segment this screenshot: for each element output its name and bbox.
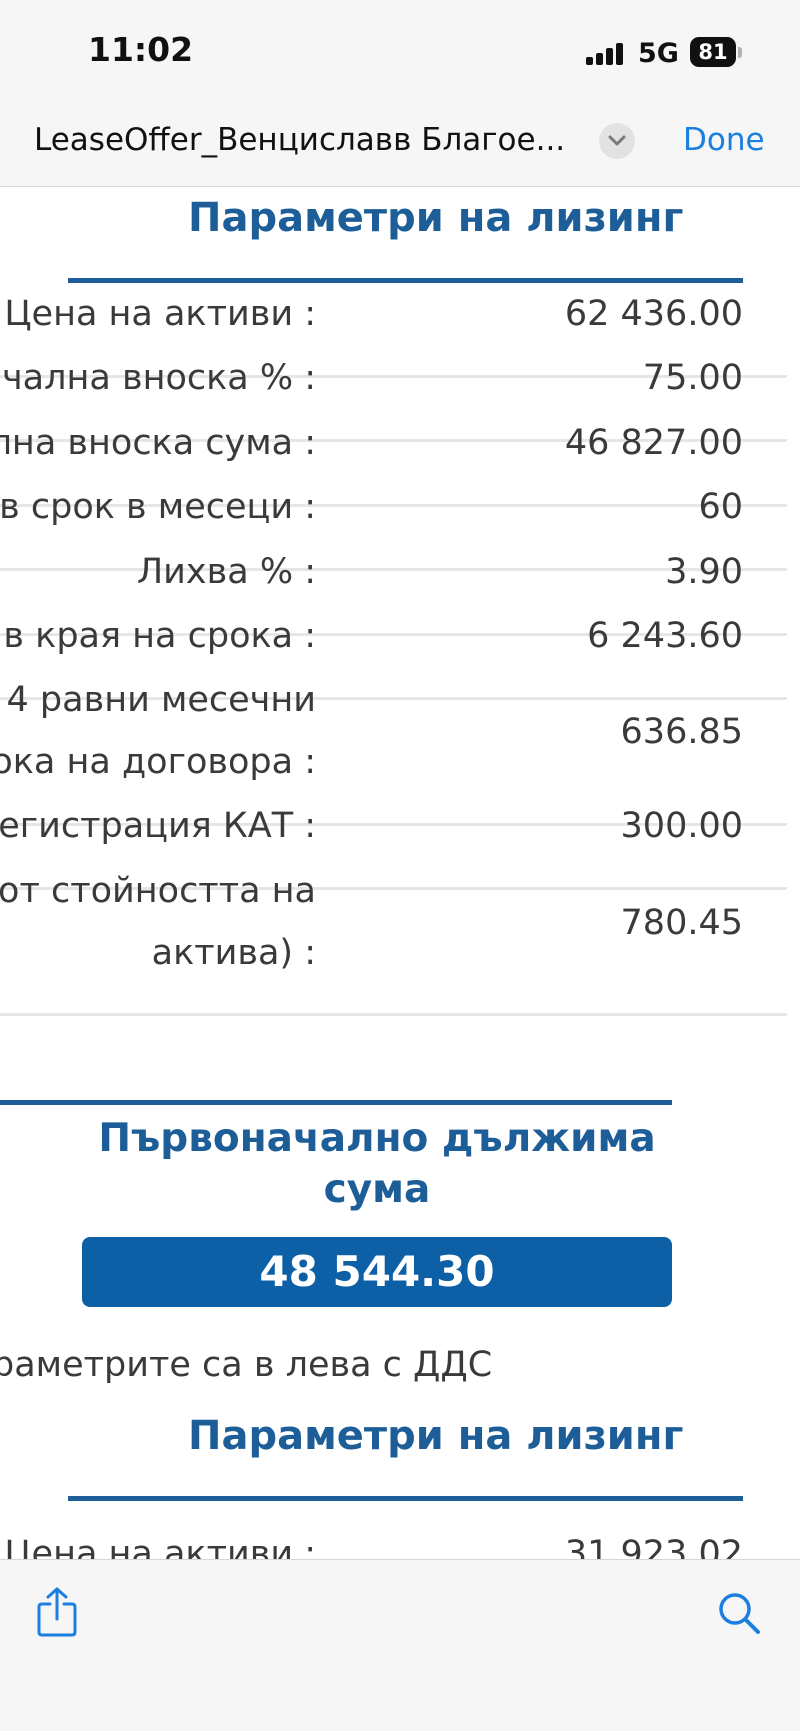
battery-cap — [738, 47, 742, 58]
search-icon — [719, 1593, 760, 1634]
row-label-residual-value: в края на срока : — [3, 616, 316, 656]
row-label-insurance-line2: актива) : — [151, 933, 316, 973]
title-menu-button[interactable] — [599, 123, 635, 159]
row-label-asset-price-2: Цена на активи : — [4, 1534, 316, 1559]
row-label-asset-price: Цена на активи : — [4, 294, 316, 334]
row-value-asset-price-2: 31 923.02 — [564, 1534, 743, 1559]
initial-due-title-line1: Първоначално дължима — [98, 1116, 656, 1161]
battery-level: 81 — [698, 40, 728, 64]
due-divider — [0, 1100, 672, 1105]
row-label-monthly-installment-line1: 4 равни месечни — [6, 680, 316, 720]
status-time: 11:02 — [88, 30, 194, 69]
document-title[interactable]: LeaseOffer_Венциславв Благое... — [34, 122, 582, 158]
row-value-down-payment-percent: 75.00 — [642, 358, 743, 398]
row-value-monthly-installment: 636.85 — [620, 712, 743, 752]
section-divider — [68, 278, 743, 283]
bottom-toolbar — [0, 1559, 800, 1731]
chevron-down-icon — [608, 135, 626, 146]
row-label-monthly-installment-line2: ока на договора : — [0, 742, 316, 782]
section-divider-2 — [68, 1496, 743, 1501]
section-title-2: Параметри на лизинг — [188, 1413, 684, 1459]
share-icon — [37, 1587, 77, 1637]
share-button[interactable] — [34, 1586, 80, 1642]
row-label-interest-rate: Лихва % : — [136, 552, 316, 592]
row-value-term-months: 60 — [698, 487, 743, 527]
document-viewer[interactable]: Параметри на лизинг Цена на активи : 62 … — [0, 187, 800, 1559]
row-label-term-months: в срок в месеци : — [0, 487, 316, 527]
row-value-asset-price: 62 436.00 — [564, 294, 743, 334]
initial-due-title-line2: сума — [323, 1167, 431, 1212]
row-label-down-payment-amount: лна вноска сума : — [0, 423, 316, 463]
row-value-interest-rate: 3.90 — [665, 552, 743, 592]
row-label-down-payment-percent: чална вноска % : — [1, 358, 316, 398]
status-bar: 11:02 5G 81 — [0, 0, 800, 100]
row-divider — [0, 1013, 787, 1016]
section-title: Параметри на лизинг — [188, 195, 684, 241]
row-value-registration-fee: 300.00 — [620, 806, 743, 846]
row-value-insurance: 780.45 — [620, 903, 743, 943]
row-label-insurance-line1: от стойността на — [0, 871, 316, 911]
search-button[interactable] — [716, 1590, 764, 1642]
row-label-registration-fee: егистрация КАТ : — [0, 806, 316, 846]
row-value-down-payment-amount: 46 827.00 — [564, 423, 743, 463]
nav-bar: LeaseOffer_Венциславв Благое... Done — [0, 100, 800, 187]
done-button[interactable]: Done — [683, 122, 765, 158]
initial-due-amount: 48 544.30 — [82, 1237, 672, 1307]
row-value-residual-value: 6 243.60 — [587, 616, 743, 656]
currency-note: раметрите са в лева с ДДС — [0, 1345, 493, 1385]
network-type: 5G — [638, 38, 679, 69]
battery-icon: 81 — [690, 37, 736, 67]
